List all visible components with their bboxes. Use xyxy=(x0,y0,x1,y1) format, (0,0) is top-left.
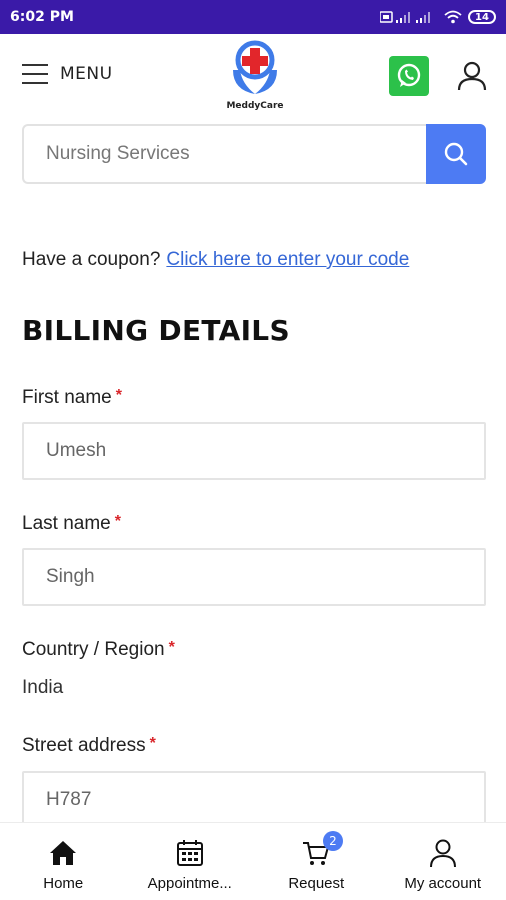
required-mark: * xyxy=(114,513,121,530)
logo-icon xyxy=(233,40,277,94)
search-bar xyxy=(22,124,486,184)
nav-my-account[interactable]: My account xyxy=(380,823,506,900)
street-address-label: Street address * xyxy=(22,735,156,757)
first-name-field[interactable] xyxy=(22,422,486,480)
required-mark: * xyxy=(149,735,156,752)
coupon-notice: Have a coupon? Click here to enter your c… xyxy=(22,249,409,271)
status-icons: 14 xyxy=(380,10,496,24)
status-time: 6:02 PM xyxy=(10,9,74,25)
app-header: MENU MeddyCare xyxy=(0,34,506,122)
first-name-label: First name * xyxy=(22,387,122,409)
last-name-label-text: Last name xyxy=(22,513,111,534)
nav-home[interactable]: Home xyxy=(0,823,127,900)
search-icon xyxy=(444,142,468,166)
nav-request[interactable]: 2 Request xyxy=(253,823,380,900)
account-icon[interactable] xyxy=(456,60,488,92)
last-name-label: Last name * xyxy=(22,513,121,535)
search-button[interactable] xyxy=(426,124,486,184)
menu-label: MENU xyxy=(60,64,113,84)
menu-button[interactable]: MENU xyxy=(22,64,113,84)
country-label-text: Country / Region xyxy=(22,639,165,660)
wifi-icon xyxy=(444,10,462,24)
home-icon xyxy=(47,837,79,869)
nav-my-account-label: My account xyxy=(404,875,482,892)
required-mark: * xyxy=(168,639,175,656)
first-name-label-text: First name xyxy=(22,387,112,408)
status-bar: 6:02 PM 14 xyxy=(0,0,506,34)
country-label: Country / Region * xyxy=(22,639,175,661)
bottom-navigation: Home Appointme... 2 Request My account xyxy=(0,822,506,900)
billing-title: BILLING DETAILS xyxy=(22,314,290,347)
user-icon xyxy=(427,837,459,869)
battery-icon: 14 xyxy=(468,10,496,24)
whatsapp-icon xyxy=(397,63,421,87)
nav-appointment-label: Appointme... xyxy=(147,875,232,892)
cart-badge: 2 xyxy=(323,831,343,851)
nav-request-label: Request xyxy=(288,875,345,892)
required-mark: * xyxy=(115,387,122,404)
whatsapp-button[interactable] xyxy=(389,56,429,96)
country-value: India xyxy=(22,677,64,698)
nav-home-label: Home xyxy=(43,875,84,892)
meddycare-logo[interactable]: MeddyCare xyxy=(220,40,290,112)
last-name-field[interactable] xyxy=(22,548,486,606)
appointment-icon xyxy=(174,837,206,869)
search-input[interactable] xyxy=(22,124,426,184)
street-address-label-text: Street address xyxy=(22,735,146,756)
coupon-link[interactable]: Click here to enter your code xyxy=(166,249,409,270)
hamburger-icon xyxy=(22,64,48,84)
nav-appointment[interactable]: Appointme... xyxy=(127,823,254,900)
street-address-field[interactable] xyxy=(22,771,486,829)
signal-icon xyxy=(380,11,430,23)
logo-text: MeddyCare xyxy=(226,101,284,111)
coupon-prompt: Have a coupon? xyxy=(22,249,161,270)
